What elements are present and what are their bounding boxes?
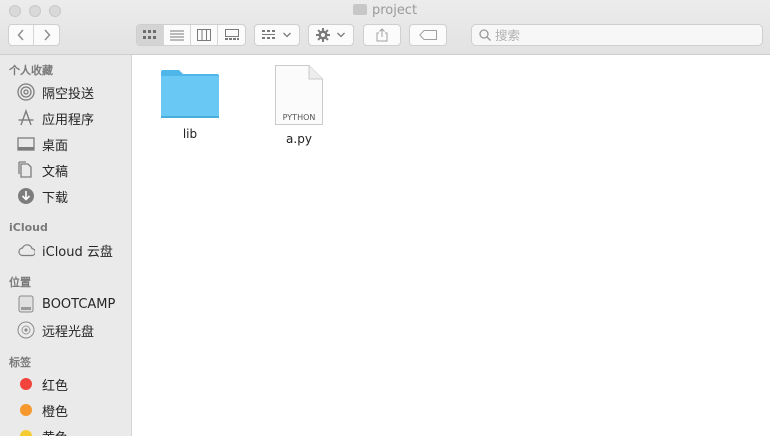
airdrop-icon: [17, 83, 35, 101]
icon-view-button[interactable]: [137, 25, 164, 45]
file-item-lib[interactable]: lib: [157, 67, 223, 141]
search-field[interactable]: [471, 24, 763, 46]
sidebar-section-icloud: iCloud: [9, 221, 48, 234]
window-title: project: [0, 3, 770, 18]
back-button[interactable]: [9, 25, 35, 45]
sidebar-item-desktop[interactable]: 桌面: [17, 133, 68, 155]
sidebar-item-tag-orange[interactable]: 橙色: [17, 399, 68, 421]
column-view-button[interactable]: [191, 25, 218, 45]
sidebar-item-icloud-drive[interactable]: iCloud 云盘: [17, 239, 113, 261]
navigation-buttons: [8, 24, 60, 46]
sidebar-item-tag-yellow[interactable]: 黄色: [17, 425, 68, 436]
window-title-text: project: [371, 3, 418, 18]
sidebar-item-remote-disc[interactable]: 远程光盘: [17, 319, 94, 341]
file-item-a-py[interactable]: PYTHON a.py: [269, 64, 329, 146]
tag-icon: [419, 30, 437, 40]
sidebar-item-label: 远程光盘: [42, 324, 95, 340]
share-button[interactable]: [363, 24, 401, 46]
file-type-badge: PYTHON: [283, 113, 316, 122]
group-grid-icon: [262, 30, 275, 39]
sidebar-item-documents[interactable]: 文稿: [17, 159, 68, 181]
sidebar-item-label: 隔空投送: [42, 86, 95, 102]
gallery-view-button[interactable]: [218, 25, 245, 45]
documents-icon: [17, 161, 35, 179]
cloud-icon: [17, 241, 35, 259]
sidebar-item-tag-red[interactable]: 红色: [17, 373, 68, 395]
edit-tags-button[interactable]: [409, 24, 447, 46]
python-file-icon: PYTHON: [275, 65, 323, 125]
chevron-left-icon: [17, 29, 24, 41]
sidebar-item-label: 文稿: [42, 164, 69, 180]
sidebar-item-label: 下载: [42, 190, 69, 206]
file-name: lib: [182, 127, 198, 141]
list-icon: [170, 30, 184, 41]
forward-button[interactable]: [34, 25, 59, 45]
sidebar-item-label: 红色: [42, 378, 69, 394]
sidebar-item-label: 应用程序: [42, 112, 95, 128]
sidebar-item-bootcamp[interactable]: BOOTCAMP: [17, 293, 115, 315]
gear-icon: [316, 28, 330, 42]
sidebar-item-label: 橙色: [42, 404, 69, 420]
sidebar-item-label: BOOTCAMP: [42, 296, 116, 312]
search-icon: [479, 29, 491, 41]
list-view-button[interactable]: [164, 25, 191, 45]
group-by-button[interactable]: [254, 24, 300, 46]
downloads-icon: [17, 187, 35, 205]
icon-grid-icon: [143, 30, 156, 39]
chevron-down-icon: [283, 32, 291, 38]
sidebar: 个人收藏 隔空投送 应用程序 桌面 文稿 下载 iCloud iCloud 云盘…: [0, 55, 132, 436]
chevron-down-icon: [337, 32, 345, 38]
file-browser-content: lib PYTHON a.py: [132, 55, 770, 436]
file-name: a.py: [286, 132, 312, 146]
sidebar-section-favorites: 个人收藏: [9, 64, 53, 77]
sidebar-item-airdrop[interactable]: 隔空投送: [17, 81, 94, 103]
toolbar: project: [0, 0, 770, 55]
action-button[interactable]: [308, 24, 354, 46]
sidebar-item-downloads[interactable]: 下载: [17, 185, 68, 207]
finder-window: project 搜索 个人收藏 隔空投送 应用程序 桌面 文稿 下载 iClou…: [0, 0, 770, 436]
share-icon: [376, 28, 388, 42]
columns-icon: [197, 29, 211, 41]
sidebar-section-locations: 位置: [9, 276, 31, 289]
folder-icon: [161, 70, 219, 118]
search-input[interactable]: [495, 27, 735, 43]
applications-icon: [17, 109, 35, 127]
sidebar-section-tags: 标签: [9, 356, 31, 369]
folder-icon: [352, 4, 367, 15]
disk-icon: [17, 295, 35, 313]
orange-tag-dot-icon: [20, 404, 32, 416]
chevron-right-icon: [43, 29, 50, 41]
sidebar-item-label: 黄色: [42, 427, 68, 436]
yellow-tag-dot-icon: [20, 430, 32, 436]
optical-disc-icon: [17, 321, 35, 339]
desktop-icon: [17, 135, 35, 153]
sidebar-item-label: 桌面: [42, 138, 69, 154]
view-mode-segment: [136, 24, 246, 46]
sidebar-item-label: iCloud 云盘: [42, 244, 113, 260]
gallery-icon: [224, 29, 239, 40]
red-tag-dot-icon: [20, 378, 32, 390]
sidebar-item-applications[interactable]: 应用程序: [17, 107, 94, 129]
